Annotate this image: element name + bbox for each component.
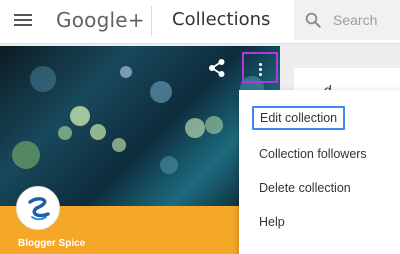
share-icon[interactable] xyxy=(208,58,226,78)
menu-item-edit-collection[interactable]: Edit collection xyxy=(252,106,346,130)
search-placeholder: Search xyxy=(333,12,378,28)
more-vert-icon[interactable] xyxy=(242,52,278,83)
search-box[interactable]: Search xyxy=(294,0,400,40)
page-title: Collections xyxy=(172,9,271,30)
google-plus-logo[interactable]: Google+ xyxy=(56,8,145,32)
menu-item-help[interactable]: Help xyxy=(259,215,285,229)
search-icon xyxy=(305,12,321,28)
divider xyxy=(151,6,152,36)
owner-name[interactable]: Blogger Spice xyxy=(18,238,85,249)
top-app-bar: Google+ Collections Search xyxy=(0,0,400,44)
collection-cover-image[interactable] xyxy=(0,46,280,206)
owner-avatar[interactable] xyxy=(16,186,60,230)
menu-item-collection-followers[interactable]: Collection followers xyxy=(259,147,367,161)
collection-options-menu: Edit collection Collection followers Del… xyxy=(239,90,400,254)
hamburger-icon[interactable] xyxy=(14,13,32,27)
menu-item-delete-collection[interactable]: Delete collection xyxy=(259,181,351,195)
blogger-spice-logo xyxy=(28,197,50,221)
